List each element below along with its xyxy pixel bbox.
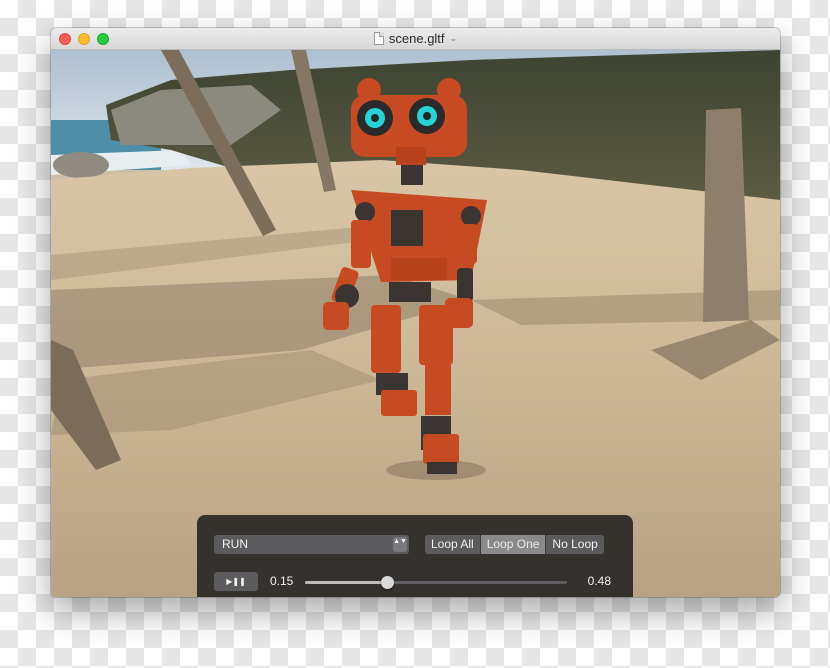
app-window: scene.gltf ⌄ RUN ▲▼ Loop All Loop One No…: [51, 28, 780, 597]
timeline-progress: [305, 581, 387, 584]
animation-select-value: RUN: [222, 537, 248, 551]
scene-viewport[interactable]: RUN ▲▼ Loop All Loop One No Loop ▶❚❚ 0.1…: [51, 50, 780, 597]
no-loop-button[interactable]: No Loop: [546, 535, 604, 554]
animation-select[interactable]: RUN ▲▼: [214, 535, 409, 554]
close-button[interactable]: [59, 33, 71, 45]
loop-one-button[interactable]: Loop One: [480, 535, 547, 554]
window-controls: [59, 33, 109, 45]
play-pause-button[interactable]: ▶❚❚: [214, 572, 258, 591]
play-pause-icon: ▶❚❚: [226, 577, 246, 586]
zoom-button[interactable]: [97, 33, 109, 45]
chevron-down-icon: ⌄: [449, 33, 458, 43]
loop-all-button[interactable]: Loop All: [425, 535, 481, 554]
window-title: scene.gltf: [388, 31, 445, 46]
timeline-thumb[interactable]: [380, 576, 394, 589]
loop-mode-segmented-control: Loop All Loop One No Loop: [425, 535, 604, 554]
end-time: 0.48: [587, 574, 611, 588]
title-bar: scene.gltf ⌄: [51, 28, 780, 50]
up-down-chevron-icon: ▲▼: [393, 537, 407, 552]
current-time: 0.15: [270, 574, 294, 588]
timeline-slider[interactable]: [305, 576, 567, 589]
document-icon: [373, 32, 384, 45]
minimize-button[interactable]: [78, 33, 90, 45]
window-title-group[interactable]: scene.gltf ⌄: [373, 31, 458, 46]
animation-controls-panel: RUN ▲▼ Loop All Loop One No Loop ▶❚❚ 0.1…: [197, 515, 633, 597]
